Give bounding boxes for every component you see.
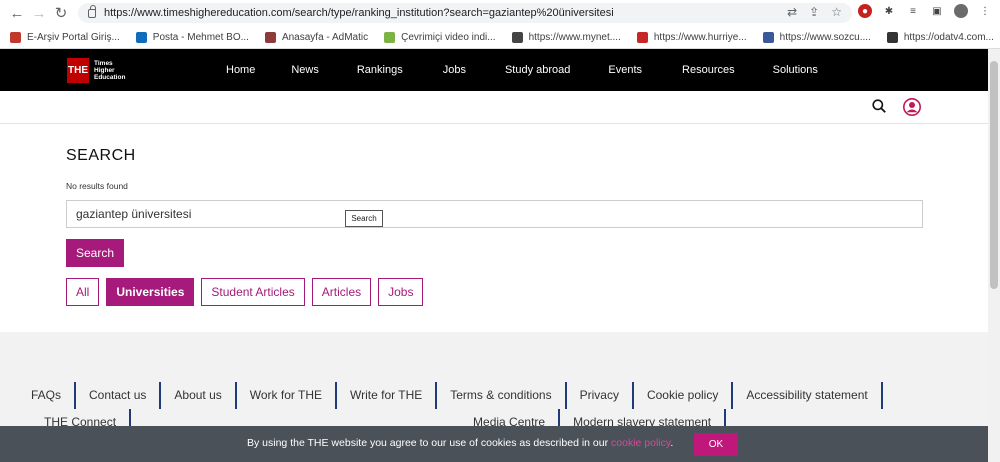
translate-icon[interactable]: ⇄ — [787, 5, 797, 19]
site-header: THE Times Higher Education Home News Ranki… — [0, 49, 988, 91]
side-panel-icon[interactable]: ▣ — [930, 4, 944, 18]
footer-link[interactable]: Cookie policy — [634, 382, 734, 409]
bookmark-item[interactable]: E-Arşiv Portal Giriş... — [10, 31, 120, 43]
bookmarks-bar: E-Arşiv Portal Giriş... Posta - Mehmet BO… — [0, 26, 1000, 49]
browser-toolbar: ← → ↻ https://www.timeshighereducation.c… — [0, 0, 1000, 26]
filter-tab-articles[interactable]: Articles — [311, 278, 372, 306]
url-text: https://www.timeshighereducation.com/sea… — [104, 7, 614, 19]
search-tooltip: Search — [345, 210, 383, 227]
bookmark-favicon-icon — [10, 31, 21, 43]
filter-tabs: All Universities Student Articles Articles J… — [66, 278, 424, 306]
search-page: SEARCH No results found gaziantep üniver… — [0, 124, 988, 332]
puzzle-icon[interactable]: ✱ — [882, 4, 896, 18]
bookmark-favicon-icon — [511, 31, 523, 43]
utility-bar — [0, 91, 988, 124]
the-logo[interactable]: THE Times Higher Education — [67, 58, 125, 83]
back-arrow-icon[interactable]: ← — [6, 2, 28, 24]
footer-link[interactable]: Privacy — [567, 382, 634, 409]
bookmark-favicon-icon — [762, 31, 774, 43]
profile-avatar[interactable] — [954, 4, 968, 18]
nav-item-study-abroad[interactable]: Study abroad — [505, 64, 570, 76]
bookmark-label: Çevrimiçi video indi... — [401, 31, 496, 43]
bookmark-label: https://www.hurriye... — [653, 31, 747, 43]
bookmark-favicon-icon — [636, 31, 648, 43]
logo-mark: THE — [67, 58, 89, 83]
lock-icon — [88, 4, 96, 18]
bookmark-favicon-icon — [135, 31, 147, 43]
bookmark-label: Posta - Mehmet BO... — [152, 31, 249, 43]
share-icon[interactable]: ⇪ — [809, 5, 819, 19]
cookie-ok-button[interactable]: OK — [694, 433, 738, 456]
extension-icon[interactable]: ● — [858, 4, 872, 18]
main-nav: Home News Rankings Jobs Study abroad Events Re… — [226, 49, 818, 91]
footer-link[interactable]: Terms & conditions — [437, 382, 567, 409]
nav-item-jobs[interactable]: Jobs — [443, 64, 466, 76]
bookmark-item[interactable]: https://odatv4.com... — [886, 31, 994, 43]
scrollbar-thumb[interactable] — [990, 61, 998, 289]
address-bar[interactable]: https://www.timeshighereducation.com/sea… — [78, 3, 852, 23]
bookmark-item[interactable]: https://www.mynet.... — [511, 31, 621, 43]
search-icon[interactable] — [872, 99, 886, 113]
bookmark-label: E-Arşiv Portal Giriş... — [27, 31, 120, 43]
bookmark-label: https://odatv4.com... — [903, 31, 994, 43]
nav-item-solutions[interactable]: Solutions — [773, 64, 818, 76]
cookie-banner: By using the THE website you agree to ou… — [0, 426, 988, 462]
reload-icon[interactable]: ↻ — [50, 2, 72, 24]
footer-link[interactable]: Write for THE — [337, 382, 438, 409]
bookmark-item[interactable]: https://www.sozcu.... — [762, 31, 871, 43]
filter-tab-jobs[interactable]: Jobs — [378, 278, 424, 306]
nav-item-home[interactable]: Home — [226, 64, 255, 76]
bookmark-label: https://www.sozcu.... — [779, 31, 871, 43]
search-input[interactable]: gaziantep üniversitesi — [66, 200, 923, 228]
bookmark-favicon-icon — [264, 31, 276, 43]
cookie-policy-link[interactable]: cookie policy — [611, 437, 670, 449]
bookmark-favicon-icon — [384, 31, 396, 43]
bookmark-label: https://www.mynet.... — [528, 31, 621, 43]
logo-text: Times Higher Education — [94, 60, 126, 81]
footer-link[interactable]: About us — [161, 382, 237, 409]
bookmark-item[interactable]: https://www.hurriye... — [636, 31, 747, 43]
footer-link[interactable]: Work for THE — [237, 382, 337, 409]
bookmark-label: Anasayfa - AdMatic — [281, 31, 369, 43]
filter-tab-all[interactable]: All — [66, 278, 100, 306]
bookmark-item[interactable]: Posta - Mehmet BO... — [135, 31, 249, 43]
user-account-icon[interactable] — [903, 98, 921, 116]
nav-item-resources[interactable]: Resources — [682, 64, 735, 76]
bookmark-favicon-icon — [886, 31, 898, 43]
reading-list-icon[interactable]: ≡ — [906, 4, 920, 18]
bookmark-star-icon[interactable]: ☆ — [831, 5, 842, 19]
cookie-message: By using the THE website you agree to ou… — [247, 437, 674, 449]
nav-item-rankings[interactable]: Rankings — [357, 64, 403, 76]
page-scrollbar[interactable] — [988, 49, 1000, 462]
no-results-message: No results found — [66, 181, 128, 191]
footer-link[interactable]: Accessibility statement — [733, 382, 883, 409]
filter-tab-student-articles[interactable]: Student Articles — [201, 278, 305, 306]
filter-tab-universities[interactable]: Universities — [106, 278, 195, 306]
footer-link[interactable]: Contact us — [76, 382, 162, 409]
nav-item-events[interactable]: Events — [608, 64, 642, 76]
kebab-menu-icon[interactable]: ⋮ — [978, 4, 992, 18]
bookmark-item[interactable]: Çevrimiçi video indi... — [384, 31, 496, 43]
search-button[interactable]: Search — [66, 239, 124, 267]
nav-item-news[interactable]: News — [291, 64, 319, 76]
footer-link[interactable]: FAQs — [31, 382, 77, 409]
forward-arrow-icon[interactable]: → — [28, 2, 50, 24]
page-title: SEARCH — [66, 147, 136, 164]
bookmark-item[interactable]: Anasayfa - AdMatic — [264, 31, 369, 43]
